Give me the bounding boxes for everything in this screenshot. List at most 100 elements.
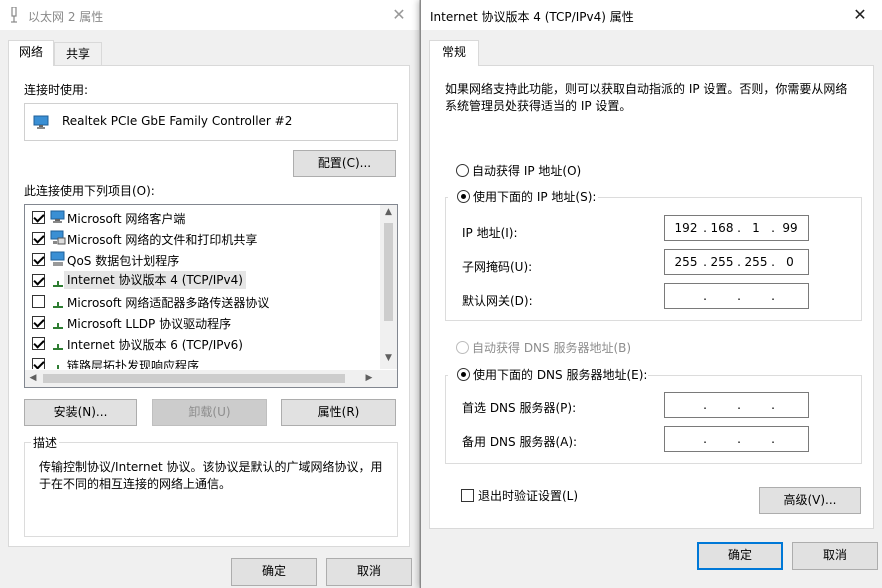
network-client-icon xyxy=(50,209,66,225)
right-cancel-button[interactable]: 取消 xyxy=(792,542,878,570)
auto-dns-label[interactable]: 自动获得 DNS 服务器地址(B) xyxy=(472,339,631,356)
gateway-label: 默认网关(D): xyxy=(462,294,533,308)
list-item[interactable]: QoS 数据包计划程序 xyxy=(25,249,381,270)
component-checkbox[interactable] xyxy=(32,337,45,350)
component-checkbox[interactable] xyxy=(32,274,45,287)
tab-sharing[interactable]: 共享 xyxy=(54,42,102,66)
component-checkbox[interactable] xyxy=(32,211,45,224)
ip-dot-separator: . xyxy=(703,398,707,412)
alternate-dns-input[interactable]: ... xyxy=(664,426,809,452)
component-checkbox[interactable] xyxy=(32,232,45,245)
ip-address-input[interactable]: 192 168 1 99... xyxy=(664,215,809,241)
protocol-icon xyxy=(50,356,66,369)
tab-network-label: 网络 xyxy=(18,45,43,59)
right-window-title: Internet 协议版本 4 (TCP/IPv4) 属性 xyxy=(430,10,634,24)
ip-dot-separator: . xyxy=(771,255,775,269)
list-item[interactable]: Microsoft 网络适配器多路传送器协议 xyxy=(25,291,381,312)
tab-network[interactable]: 网络 xyxy=(8,40,54,66)
ip-octet[interactable]: 255 xyxy=(707,255,737,269)
list-item[interactable]: 链路层拓扑发现响应程序 xyxy=(25,354,381,369)
list-item[interactable]: Internet 协议版本 4 (TCP/IPv4) xyxy=(25,270,381,291)
close-icon[interactable]: ✕ xyxy=(850,5,870,25)
protocol-icon xyxy=(50,335,66,351)
ip-octet[interactable]: 255 xyxy=(671,255,701,269)
ip-octet[interactable]: 192 xyxy=(671,221,701,235)
ip-dot-separator: . xyxy=(703,221,707,235)
description-text: 传输控制协议/Internet 协议。该协议是默认的广域网络协议，用于在不同的相… xyxy=(39,460,383,491)
components-list-items: Microsoft 网络客户端 Microsoft 网络的文件和打印机共享 QoS … xyxy=(25,207,381,369)
ip-group-header: 使用下面的 IP 地址(S): xyxy=(448,187,598,207)
component-label: Microsoft 网络客户端 xyxy=(67,212,186,226)
preferred-dns-input[interactable]: ... xyxy=(664,392,809,418)
ethernet-properties-window: 以太网 2 属性 ✕ 网络 共享 连接时使用: Realtek PCIe GbE… xyxy=(0,0,420,588)
install-button[interactable]: 安装(N)... xyxy=(24,399,137,426)
ip-octet[interactable]: 1 xyxy=(741,221,771,235)
tab-sharing-label: 共享 xyxy=(65,47,90,61)
right-tab-panel: 如果网络支持此功能，则可以获取自动指派的 IP 设置。否则，你需要从网络系统管理… xyxy=(429,65,874,529)
component-label: Microsoft LLDP 协议驱动程序 xyxy=(67,317,232,331)
ip-dot-separator: . xyxy=(737,221,741,235)
list-item[interactable]: Microsoft 网络客户端 xyxy=(25,207,381,228)
gateway-input[interactable]: ... xyxy=(664,283,809,309)
properties-button[interactable]: 属性(R) xyxy=(281,399,396,426)
manual-dns-label[interactable]: 使用下面的 DNS 服务器地址(E): xyxy=(473,366,647,383)
ip-dot-separator: . xyxy=(771,289,775,303)
subnet-mask-label: 子网掩码(U): xyxy=(462,260,533,274)
left-ok-button[interactable]: 确定 xyxy=(231,558,317,586)
manual-ip-label[interactable]: 使用下面的 IP 地址(S): xyxy=(473,188,596,205)
ip-address-label: IP 地址(I): xyxy=(462,226,518,240)
hscroll-thumb[interactable] xyxy=(43,374,345,383)
left-tab-panel: 连接时使用: Realtek PCIe GbE Family Controlle… xyxy=(8,65,410,547)
scroll-right-icon[interactable]: ▶ xyxy=(363,373,375,383)
component-checkbox[interactable] xyxy=(32,253,45,266)
auto-ip-radio[interactable] xyxy=(456,164,469,177)
component-label: QoS 数据包计划程序 xyxy=(67,254,180,268)
scroll-left-icon[interactable]: ◀ xyxy=(27,373,39,383)
right-ok-button[interactable]: 确定 xyxy=(697,542,783,570)
validate-label[interactable]: 退出时验证设置(L) xyxy=(478,487,578,504)
validate-checkbox[interactable] xyxy=(461,489,474,502)
uninstall-button[interactable]: 卸载(U) xyxy=(152,399,267,426)
ip-octet[interactable]: 168 xyxy=(707,221,737,235)
manual-ip-radio[interactable] xyxy=(457,190,470,203)
manual-dns-radio[interactable] xyxy=(457,368,470,381)
component-label: 链路层拓扑发现响应程序 xyxy=(67,359,200,369)
connect-using-label: 连接时使用: xyxy=(24,83,89,97)
list-item[interactable]: Microsoft LLDP 协议驱动程序 xyxy=(25,312,381,333)
left-cancel-button[interactable]: 取消 xyxy=(326,558,412,586)
tab-general[interactable]: 常规 xyxy=(429,40,479,66)
component-checkbox[interactable] xyxy=(32,295,45,308)
list-item[interactable]: Internet 协议版本 6 (TCP/IPv6) xyxy=(25,333,381,354)
subnet-mask-input[interactable]: 255 255 255 0... xyxy=(664,249,809,275)
network-adapter-icon xyxy=(9,6,19,23)
ip-dot-separator: . xyxy=(703,255,707,269)
qos-icon xyxy=(50,251,66,267)
left-titlebar: 以太网 2 属性 ✕ xyxy=(0,0,419,30)
list-item[interactable]: Microsoft 网络的文件和打印机共享 xyxy=(25,228,381,249)
alternate-dns-label: 备用 DNS 服务器(A): xyxy=(462,435,578,449)
component-checkbox[interactable] xyxy=(32,316,45,329)
ip-octet[interactable]: 0 xyxy=(775,255,805,269)
ip-octet[interactable]: 99 xyxy=(775,221,805,235)
preferred-dns-label: 首选 DNS 服务器(P): xyxy=(462,401,577,415)
ip-octet[interactable]: 255 xyxy=(741,255,771,269)
vertical-scrollbar[interactable]: ▲ ▼ xyxy=(380,205,397,369)
component-checkbox[interactable] xyxy=(32,358,45,369)
intro-text: 如果网络支持此功能，则可以获取自动指派的 IP 设置。否则，你需要从网络系统管理… xyxy=(445,82,848,113)
ip-address-group: 使用下面的 IP 地址(S): IP 地址(I): 192 168 1 99... 子… xyxy=(445,187,862,321)
scroll-thumb[interactable] xyxy=(384,223,393,321)
horizontal-scrollbar[interactable]: ◀ ▶ xyxy=(25,370,397,387)
scroll-up-icon[interactable]: ▲ xyxy=(380,207,397,217)
dns-group-header: 使用下面的 DNS 服务器地址(E): xyxy=(448,365,648,385)
auto-dns-radio[interactable] xyxy=(456,341,469,354)
description-group: 描述 传输控制协议/Internet 协议。该协议是默认的广域网络协议，用于在不… xyxy=(24,434,398,537)
auto-ip-label[interactable]: 自动获得 IP 地址(O) xyxy=(472,162,581,179)
configure-button[interactable]: 配置(C)... xyxy=(293,150,396,177)
component-label: Microsoft 网络的文件和打印机共享 xyxy=(67,233,258,247)
protocol-icon xyxy=(50,314,66,330)
close-icon[interactable]: ✕ xyxy=(389,5,409,25)
scroll-down-icon[interactable]: ▼ xyxy=(380,353,397,363)
advanced-button[interactable]: 高级(V)... xyxy=(759,487,861,514)
components-list[interactable]: Microsoft 网络客户端 Microsoft 网络的文件和打印机共享 QoS … xyxy=(24,204,398,388)
ip-dot-separator: . xyxy=(737,398,741,412)
